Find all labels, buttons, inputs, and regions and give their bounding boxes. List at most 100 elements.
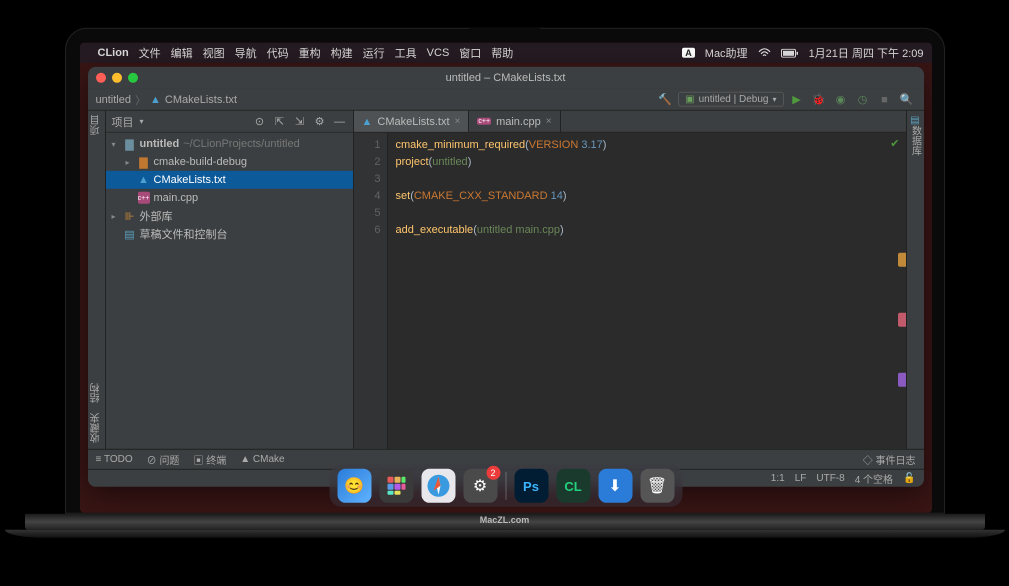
app-name[interactable]: CLion <box>98 47 129 59</box>
dock-clion[interactable]: CL <box>556 469 590 503</box>
favorites-tool-button[interactable]: 收藏夹 <box>89 413 104 443</box>
close-window-button[interactable] <box>96 73 106 83</box>
tree-root-path: ~/CLionProjects/untitled <box>183 138 299 150</box>
tree-item-label: CMakeLists.txt <box>154 174 226 186</box>
tree-item-label: main.cpp <box>154 192 199 204</box>
menu-view[interactable]: 视图 <box>203 45 225 61</box>
tree-item-label: 外部库 <box>140 208 173 224</box>
tree-item-scratches[interactable]: ▤ 草稿文件和控制台 <box>106 225 353 243</box>
menu-build[interactable]: 构建 <box>331 45 353 61</box>
menu-edit[interactable]: 编辑 <box>171 45 193 61</box>
terminal-tool-button[interactable]: ▣ 终端 <box>193 452 226 467</box>
chevron-right-icon: 〉 <box>135 91 146 107</box>
dock-settings[interactable]: ⚙2 <box>463 469 497 503</box>
chevron-down-icon: ▾ <box>772 95 776 104</box>
tree-item-label: cmake-build-debug <box>154 156 248 168</box>
marker-icon[interactable] <box>898 373 906 387</box>
clion-window: untitled – CMakeLists.txt untitled 〉 ▲ C… <box>88 67 924 487</box>
structure-tool-button[interactable]: 结构 <box>89 383 104 403</box>
breadcrumb-file[interactable]: CMakeLists.txt <box>165 93 237 105</box>
close-tab-icon[interactable]: × <box>455 116 461 127</box>
tree-item-cmakelists[interactable]: ▲ CMakeLists.txt <box>106 171 353 189</box>
run-button[interactable]: ▶ <box>788 90 806 108</box>
menu-file[interactable]: 文件 <box>139 45 161 61</box>
input-source-icon[interactable]: A <box>682 48 695 58</box>
titlebar: untitled – CMakeLists.txt <box>88 67 924 89</box>
build-button[interactable]: 🔨 <box>656 90 674 108</box>
database-tool-button[interactable]: 数据库 <box>908 126 923 156</box>
clock[interactable]: 1月21日 周四 下午 2:09 <box>809 45 924 61</box>
cpp-file-icon: c++ <box>138 192 150 204</box>
menu-window[interactable]: 窗口 <box>459 45 481 61</box>
problems-tool-button[interactable]: ⊘ 问题 <box>147 452 180 467</box>
stop-button[interactable]: ■ <box>876 90 894 108</box>
assistant-menu[interactable]: Mac助理 <box>705 45 748 61</box>
dock-launchpad[interactable] <box>379 469 413 503</box>
file-encoding[interactable]: UTF-8 <box>816 473 844 484</box>
menu-code[interactable]: 代码 <box>267 45 289 61</box>
chevron-right-icon[interactable]: ▸ <box>126 157 134 166</box>
debug-button[interactable]: 🐞 <box>810 90 828 108</box>
marker-icon[interactable] <box>898 313 906 327</box>
menu-vcs[interactable]: VCS <box>427 47 450 59</box>
chevron-down-icon[interactable]: ▾ <box>112 139 120 148</box>
tree-item-maincpp[interactable]: c++ main.cpp <box>106 189 353 207</box>
line-number-gutter: 123456 <box>354 133 388 449</box>
tree-item-label: 草稿文件和控制台 <box>140 226 228 242</box>
line-separator[interactable]: LF <box>795 473 807 484</box>
expand-all-icon[interactable]: ⇱ <box>273 114 287 128</box>
folder-icon: ▇ <box>124 138 136 150</box>
tab-cmakelists[interactable]: ▲ CMakeLists.txt × <box>354 111 470 132</box>
code-content[interactable]: cmake_minimum_required(VERSION 3.17)proj… <box>388 133 906 449</box>
code-editor[interactable]: 123456 cmake_minimum_required(VERSION 3.… <box>354 133 906 449</box>
chevron-down-icon[interactable]: ▾ <box>140 117 144 126</box>
select-opened-file-icon[interactable]: ⊙ <box>253 114 267 128</box>
project-panel-title: 项目 <box>112 113 134 129</box>
dock-downloads[interactable]: ⬇ <box>598 469 632 503</box>
marker-icon[interactable] <box>898 253 906 267</box>
menu-tools[interactable]: 工具 <box>395 45 417 61</box>
close-tab-icon[interactable]: × <box>546 116 552 127</box>
database-tool-icon[interactable]: ▤ <box>910 115 919 126</box>
dock-trash[interactable]: 🗑 <box>640 469 674 503</box>
tab-maincpp[interactable]: c++ main.cpp × <box>469 111 560 132</box>
menu-run[interactable]: 运行 <box>363 45 385 61</box>
gear-icon[interactable]: ⚙ <box>313 114 327 128</box>
tab-label: CMakeLists.txt <box>377 115 449 127</box>
search-everywhere-button[interactable]: 🔍 <box>898 90 916 108</box>
breadcrumb-root[interactable]: untitled <box>96 93 131 105</box>
cpp-file-icon: c++ <box>477 118 491 125</box>
project-tool-button[interactable]: 项目 <box>89 115 104 135</box>
profile-button[interactable]: ◷ <box>854 90 872 108</box>
run-config-selector[interactable]: ▣ untitled | Debug ▾ <box>678 92 783 107</box>
tree-root[interactable]: ▾ ▇ untitled ~/CLionProjects/untitled <box>106 135 353 153</box>
minimize-window-button[interactable] <box>112 73 122 83</box>
project-tree[interactable]: ▾ ▇ untitled ~/CLionProjects/untitled ▸ … <box>106 133 353 449</box>
tree-item-external[interactable]: ▸ ⊪ 外部库 <box>106 207 353 225</box>
dock-finder[interactable]: 😊 <box>337 469 371 503</box>
library-icon: ⊪ <box>124 210 136 222</box>
menu-help[interactable]: 帮助 <box>491 45 513 61</box>
chevron-right-icon[interactable]: ▸ <box>112 211 120 220</box>
lock-icon[interactable]: 🔓 <box>903 473 915 484</box>
cmake-file-icon: ▲ <box>362 115 373 127</box>
menu-navigate[interactable]: 导航 <box>235 45 257 61</box>
coverage-button[interactable]: ◉ <box>832 90 850 108</box>
macos-dock: 😊 ⚙2 Ps CL ⬇ 🗑 <box>329 465 682 507</box>
menu-refactor[interactable]: 重构 <box>299 45 321 61</box>
event-log-button[interactable]: ◇ 事件日志 <box>863 452 916 467</box>
tree-item-build[interactable]: ▸ ▇ cmake-build-debug <box>106 153 353 171</box>
dock-safari[interactable] <box>421 469 455 503</box>
navigation-bar: untitled 〉 ▲ CMakeLists.txt 🔨 ▣ untitled… <box>88 89 924 111</box>
zoom-window-button[interactable] <box>128 73 138 83</box>
indent-setting[interactable]: 4 个空格 <box>855 471 893 486</box>
cmake-tool-button[interactable]: ▲ CMake <box>240 454 284 465</box>
collapse-all-icon[interactable]: ⇲ <box>293 114 307 128</box>
todo-tool-button[interactable]: ≡ TODO <box>96 454 133 465</box>
wifi-icon[interactable] <box>758 48 771 58</box>
dock-photoshop[interactable]: Ps <box>514 469 548 503</box>
window-title: untitled – CMakeLists.txt <box>88 72 924 84</box>
caret-position[interactable]: 1:1 <box>771 473 785 484</box>
battery-icon[interactable] <box>781 48 799 57</box>
hide-panel-icon[interactable]: — <box>333 114 347 128</box>
